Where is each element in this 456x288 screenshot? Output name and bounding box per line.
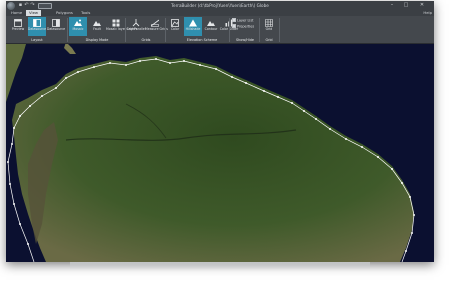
- grid-parallel-label: Grid Parallel: [126, 27, 146, 31]
- properties-checkbox[interactable]: Properties: [232, 24, 254, 28]
- group-label-display-mode: Display Mode: [85, 38, 109, 42]
- grid-icon: [265, 19, 273, 27]
- application-window: ▪ ↶ ↷ TerraBuilder (d:\tbProj\Yuen\Yuen\…: [6, 1, 434, 262]
- maximize-button[interactable]: □: [400, 2, 412, 9]
- layer-list-label: Layer List: [237, 18, 254, 23]
- measure-icon: [151, 19, 159, 27]
- mosaic-label: Mosaic: [72, 27, 84, 31]
- layout-icon: [33, 19, 41, 27]
- contour-button[interactable]: Contour: [202, 17, 220, 36]
- mosaic-layer-label: Mosaic layer Layers: [106, 27, 138, 31]
- preview-button[interactable]: Preview: [9, 17, 27, 36]
- layer-list-checkbox[interactable]: Layer List: [232, 18, 253, 22]
- contour-icon: [207, 21, 215, 26]
- hillshade-button[interactable]: Hillshade: [184, 17, 202, 36]
- ribbon-separator: [279, 18, 280, 42]
- grid-label: Grid: [265, 27, 273, 31]
- preview-icon: [14, 19, 22, 27]
- window-reflection: [70, 262, 370, 270]
- datasource-label: Datasource: [27, 27, 47, 31]
- hillshade-icon: [189, 19, 197, 27]
- hillshade-label: Hillshade: [185, 27, 201, 31]
- globe-viewport[interactable]: [6, 44, 434, 262]
- group-label-grid: Grid: [265, 38, 273, 42]
- fault-icon: [93, 21, 101, 26]
- layers-grid-icon: [112, 19, 120, 27]
- properties-label: Properties: [237, 24, 255, 29]
- grid-button[interactable]: Grid: [260, 17, 278, 36]
- minimize-button[interactable]: –: [386, 2, 398, 9]
- fault-button[interactable]: Fault: [88, 17, 106, 36]
- group-label-show-hide: Show/Hide: [235, 38, 255, 42]
- preview-label: Preview: [11, 27, 25, 31]
- color-button[interactable]: Color: [166, 17, 184, 36]
- checkbox-icon: [232, 24, 236, 28]
- close-button[interactable]: ✕: [416, 2, 428, 9]
- contour-label: Contour: [204, 27, 218, 31]
- ribbon: Preview Datasource Datasource Layout Mos…: [6, 16, 434, 44]
- mosaic-layer-button[interactable]: Mosaic layer Layers: [106, 17, 138, 36]
- title-bar: ▪ ↶ ↷ TerraBuilder (d:\tbProj\Yuen\Yuen\…: [6, 1, 434, 10]
- color-icon: [171, 19, 179, 27]
- group-label-elevation-scheme: Elevation Scheme: [186, 38, 218, 42]
- datasource2-label: Datasource: [46, 27, 66, 31]
- window-title: TerraBuilder (d:\tbProj\Yuen\Yuen\Earth\…: [171, 2, 269, 8]
- mosaic-icon: [74, 19, 82, 26]
- measure-grids-label: Measure Grids: [145, 27, 168, 31]
- measure-grids-button[interactable]: Measure Grids: [145, 17, 168, 36]
- checkbox-icon: [232, 18, 236, 22]
- fault-label: Fault: [93, 27, 101, 31]
- group-label-layout: Layout: [31, 38, 43, 42]
- datasource-button[interactable]: Datasource: [28, 17, 46, 36]
- window-layout-icon: [52, 19, 60, 27]
- datasource2-button[interactable]: Datasource: [47, 17, 65, 36]
- group-label-grids: Grids: [141, 38, 151, 42]
- split-arrows-icon: [132, 19, 140, 27]
- grid-parallel-button[interactable]: Grid Parallel: [126, 17, 146, 36]
- color-label: Color: [170, 27, 180, 31]
- map-canvas[interactable]: [6, 44, 434, 262]
- mosaic-button[interactable]: Mosaic: [69, 17, 87, 36]
